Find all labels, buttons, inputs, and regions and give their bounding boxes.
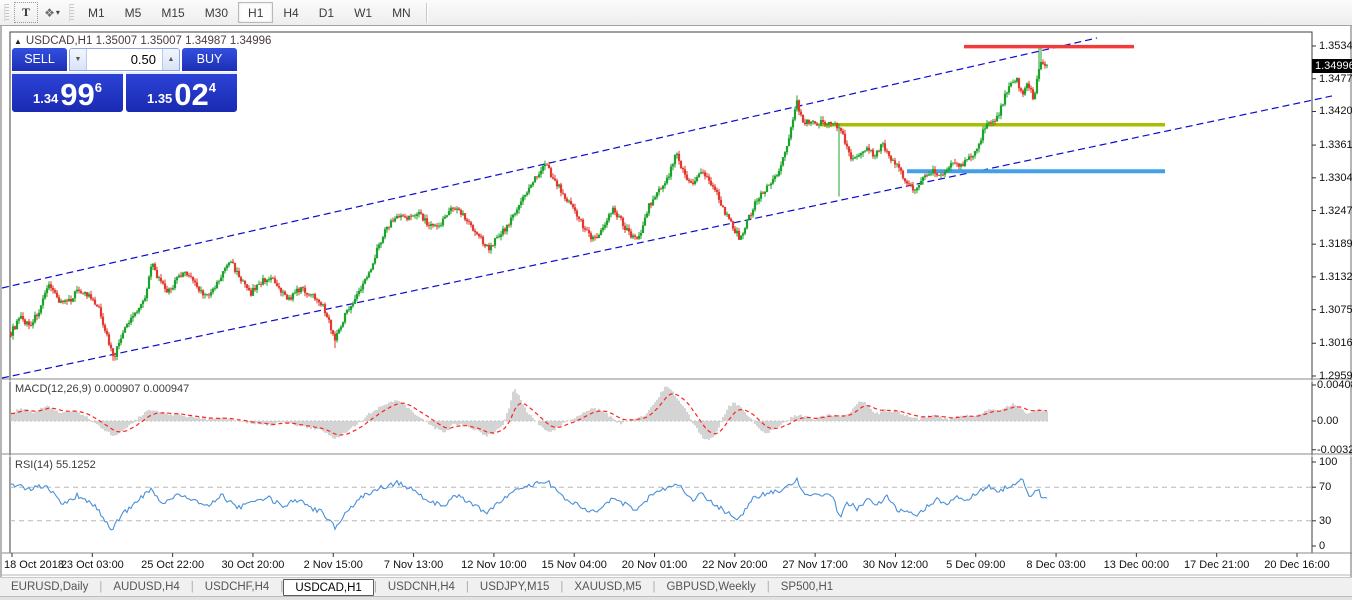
time-axis-label[interactable]: 20 Dec 16:00 <box>1264 559 1329 571</box>
one-click-trading-panel: SELL ▼ 0.50 ▲ BUY 1.34 99 6 1.35 02 4 <box>12 48 237 112</box>
time-axis-label[interactable]: 20 Nov 01:00 <box>622 559 687 571</box>
time-axis-label[interactable]: 2 Nov 15:00 <box>304 559 363 571</box>
toolbar-separator <box>426 3 427 23</box>
price-axis-label[interactable]: 1.33045 <box>1319 172 1352 184</box>
timeframe-button-w1[interactable]: W1 <box>344 2 382 23</box>
price-axis-label[interactable]: 1.30165 <box>1319 337 1352 349</box>
bid-price-display[interactable]: 1.34 99 6 <box>12 72 123 112</box>
time-axis-label[interactable]: 30 Oct 20:00 <box>221 559 284 571</box>
chart-tab-sp500-h1[interactable]: SP500,H1 <box>770 579 844 596</box>
chart-tab-gbpusd-weekly[interactable]: GBPUSD,Weekly <box>655 579 766 596</box>
price-axis-label[interactable]: 1.35340 <box>1319 40 1352 52</box>
chevron-down-icon: ▾ <box>56 8 60 17</box>
volume-stepper: ▼ 0.50 ▲ <box>69 48 180 71</box>
timeframe-button-m1[interactable]: M1 <box>78 2 115 23</box>
up-triangle-icon: ▲ <box>14 37 22 46</box>
time-axis-label[interactable]: 13 Dec 00:00 <box>1104 559 1169 571</box>
rsi-axis-label[interactable]: 0 <box>1319 540 1325 552</box>
rsi-axis-label[interactable]: 30 <box>1319 515 1331 527</box>
chart-canvas[interactable] <box>2 26 1352 600</box>
chart-tab-usdjpy-m15[interactable]: USDJPY,M15 <box>469 579 560 596</box>
timeframe-button-d1[interactable]: D1 <box>309 2 344 23</box>
timeframe-button-m15[interactable]: M15 <box>151 2 194 23</box>
rsi-axis-label[interactable]: 70 <box>1319 481 1331 493</box>
volume-increase-button[interactable]: ▲ <box>162 49 179 70</box>
text-tool-button[interactable]: T <box>14 2 38 23</box>
time-axis-label[interactable]: 18 Oct 2018 <box>4 559 64 571</box>
toolbar-grip[interactable] <box>4 4 9 22</box>
time-axis-label[interactable]: 8 Dec 03:00 <box>1026 559 1085 571</box>
chart-tab-eurusd-daily[interactable]: EURUSD,Daily <box>0 579 99 596</box>
arrow-tools-button[interactable]: ❖ ▾ <box>40 2 64 23</box>
price-axis-label[interactable]: 1.34200 <box>1319 105 1352 117</box>
top-toolbar: T ❖ ▾ M1M5M15M30H1H4D1W1MN <box>0 0 1352 26</box>
bottom-strip <box>0 596 1352 600</box>
time-axis-label[interactable]: 7 Nov 13:00 <box>384 559 443 571</box>
toolbar-grip[interactable] <box>69 4 74 22</box>
time-axis-label[interactable]: 22 Nov 20:00 <box>702 559 767 571</box>
chart-window[interactable]: ▲USDCAD,H1 1.35007 1.35007 1.34987 1.349… <box>0 26 1352 600</box>
volume-decrease-button[interactable]: ▼ <box>70 49 87 70</box>
rsi-axis-label[interactable]: 100 <box>1319 456 1337 468</box>
macd-label: MACD(12,26,9) 0.000907 0.000947 <box>15 383 189 395</box>
time-axis-label[interactable]: 17 Dec 21:00 <box>1184 559 1249 571</box>
timeframe-button-h4[interactable]: H4 <box>273 2 308 23</box>
macd-axis-label[interactable]: 0.00 <box>1317 415 1338 427</box>
price-axis-label[interactable]: 1.31890 <box>1319 238 1352 250</box>
arrow-tools-icon: ❖ <box>44 6 53 20</box>
timeframe-button-mn[interactable]: MN <box>382 2 421 23</box>
time-axis-label[interactable]: 30 Nov 12:00 <box>863 559 928 571</box>
macd-axis-label[interactable]: 0.004083 <box>1317 379 1352 391</box>
trend-channel-lower-line[interactable] <box>2 96 1332 378</box>
timeframe-button-m5[interactable]: M5 <box>115 2 152 23</box>
buy-button[interactable]: BUY <box>182 48 237 71</box>
sell-button[interactable]: SELL <box>12 48 67 71</box>
time-axis-label[interactable]: 27 Nov 17:00 <box>782 559 847 571</box>
chart-tab-usdchf-h4[interactable]: USDCHF,H4 <box>194 579 281 596</box>
chart-tab-usdcad-h1[interactable]: USDCAD,H1 <box>283 579 373 596</box>
price-axis-label[interactable]: 1.32475 <box>1319 205 1352 217</box>
current-price-box: 1.34996 <box>1312 59 1352 73</box>
price-axis-label[interactable]: 1.34770 <box>1319 73 1352 85</box>
time-axis-label[interactable]: 25 Oct 22:00 <box>141 559 204 571</box>
price-axis-label[interactable]: 1.30750 <box>1319 304 1352 316</box>
chart-tab-xauusd-m5[interactable]: XAUUSD,M5 <box>563 579 652 596</box>
timeframe-button-group: M1M5M15M30H1H4D1W1MN <box>78 2 421 23</box>
price-axis-label[interactable]: 1.31320 <box>1319 271 1352 283</box>
time-axis-label[interactable]: 12 Nov 10:00 <box>461 559 526 571</box>
time-axis-label[interactable]: 5 Dec 09:00 <box>946 559 1005 571</box>
chart-tab-bar: EURUSD,Daily|AUDUSD,H4|USDCHF,H4|USDCAD,… <box>0 577 1352 596</box>
chart-tab-audusd-h4[interactable]: AUDUSD,H4 <box>102 579 190 596</box>
price-axis-label[interactable]: 1.33615 <box>1319 139 1352 151</box>
ohlc-header: ▲USDCAD,H1 1.35007 1.35007 1.34987 1.349… <box>14 35 271 47</box>
timeframe-button-m30[interactable]: M30 <box>195 2 238 23</box>
volume-input[interactable]: 0.50 <box>87 49 162 70</box>
macd-axis-label[interactable]: -0.003262 <box>1317 444 1352 456</box>
ask-price-display[interactable]: 1.35 02 4 <box>126 72 237 112</box>
chart-tab-usdcnh-h4[interactable]: USDCNH,H4 <box>377 579 466 596</box>
time-axis-label[interactable]: 15 Nov 04:00 <box>541 559 606 571</box>
rsi-line <box>11 478 1047 530</box>
mt4-terminal: { "toolbar": { "text_tool_label": "T", "… <box>0 0 1352 600</box>
rsi-label: RSI(14) 55.1252 <box>15 459 96 471</box>
time-axis-label[interactable]: 23 Oct 03:00 <box>61 559 124 571</box>
timeframe-button-h1[interactable]: H1 <box>238 2 273 23</box>
